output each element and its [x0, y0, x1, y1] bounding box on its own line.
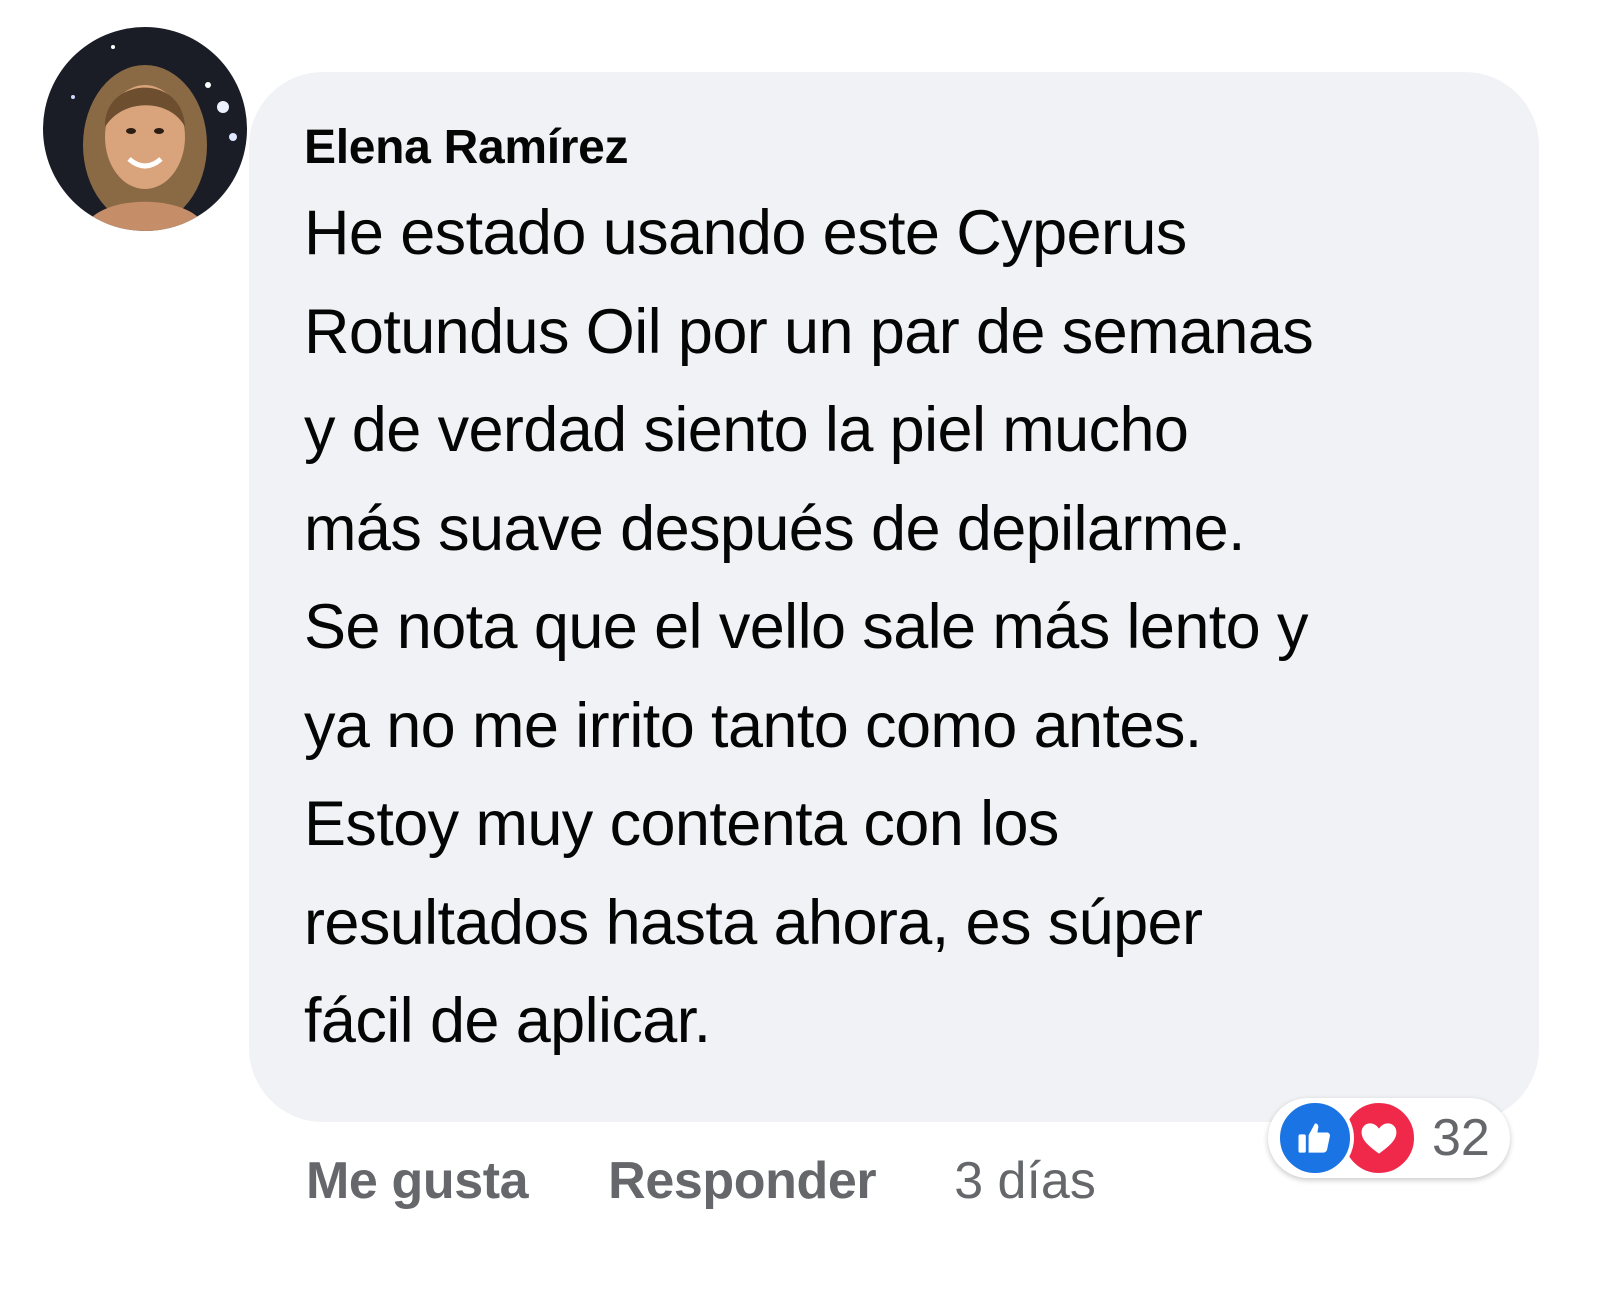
comment-line: Se nota que el vello sale más lento y [304, 592, 1309, 662]
comment-actions: Me gusta Responder 3 días [306, 1145, 1096, 1217]
comment-author[interactable]: Elena Ramírez [304, 112, 1509, 184]
reply-button[interactable]: Responder [608, 1145, 876, 1217]
comment-line: resultados hasta ahora, es súper [304, 887, 1203, 958]
comment-line: Rotundus Oil por un par de semanas [304, 296, 1314, 367]
reaction-count: 32 [1432, 1109, 1490, 1167]
comment-line: Estoy muy contenta con los [304, 789, 1059, 859]
avatar-photo [43, 27, 247, 231]
like-button[interactable]: Me gusta [306, 1145, 529, 1217]
comment-line: más suave después de depilarme. [304, 493, 1246, 564]
comment-timestamp[interactable]: 3 días [954, 1145, 1096, 1217]
reactions-summary[interactable]: 32 [1268, 1098, 1510, 1178]
comment-line: y de verdad siento la piel mucho [304, 395, 1189, 465]
comment-body: He estado usando este Cyperus Rotundus O… [304, 184, 1509, 1071]
avatar[interactable] [43, 27, 247, 231]
comment-bubble: Elena Ramírez He estado usando este Cype… [249, 72, 1539, 1122]
comment-line: He estado usando este Cyperus [304, 198, 1187, 268]
comment-line: fácil de aplicar. [304, 986, 711, 1056]
comment-line: ya no me irrito tanto como antes. [304, 690, 1202, 761]
like-icon [1276, 1099, 1354, 1177]
